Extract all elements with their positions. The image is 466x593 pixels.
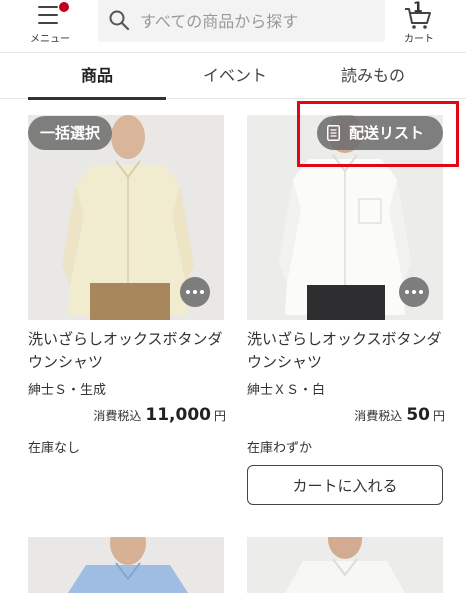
shirt-image [247,537,443,593]
product-image[interactable] [28,537,224,593]
search-bar[interactable] [98,0,385,42]
product-card[interactable]: 配送リスト 洗いざらしオックスボタンダウンシャツ 紳士ＸＳ・白 消費税込 50 円 … [247,115,445,515]
product-variant: 紳士ＸＳ・白 [247,383,326,398]
search-icon [109,10,130,31]
product-card[interactable]: 一括選択 洗いざらしオックスボタンダウンシャツ 紳士Ｓ・生成 消費税込 11,00… [28,115,226,495]
search-input[interactable] [140,6,375,36]
stock-status: 在庫わずか [247,441,313,456]
more-options-button[interactable] [180,277,210,307]
price-value: 50 [406,405,430,425]
price-row: 消費税込 11,000 円 [93,405,226,425]
cart-count: 1 [413,0,423,16]
cart-label: カート [404,34,434,45]
product-name[interactable]: 洗いざらしオックスボタンダウンシャツ [28,328,228,374]
tab-bar: 商品 イベント 読みもの [0,52,466,100]
menu-label: メニュー [30,34,70,45]
product-variant: 紳士Ｓ・生成 [28,383,107,398]
notification-dot [59,2,69,12]
tab-events[interactable]: イベント [166,53,304,99]
highlight-box [297,101,459,167]
cart-button[interactable]: 1 カート [396,0,442,52]
price-value: 11,000 [145,405,211,425]
stock-status: 在庫なし [28,441,81,456]
header: メニュー 1 カート [0,0,466,52]
hamburger-icon [38,6,58,24]
shirt-image [28,537,224,593]
tab-articles[interactable]: 読みもの [304,53,442,99]
price-row: 消費税込 50 円 [354,405,445,425]
bulk-select-button[interactable]: 一括選択 [28,116,112,150]
product-name[interactable]: 洗いざらしオックスボタンダウンシャツ [247,328,447,374]
add-to-cart-button[interactable]: カートに入れる [247,465,443,505]
menu-button[interactable]: メニュー [22,0,78,52]
price-label: 消費税込 [354,409,403,423]
more-options-button[interactable] [399,277,429,307]
price-unit: 円 [213,409,226,423]
tab-products[interactable]: 商品 [28,53,166,100]
product-image[interactable] [247,537,443,593]
price-label: 消費税込 [93,409,142,423]
price-unit: 円 [432,409,445,423]
